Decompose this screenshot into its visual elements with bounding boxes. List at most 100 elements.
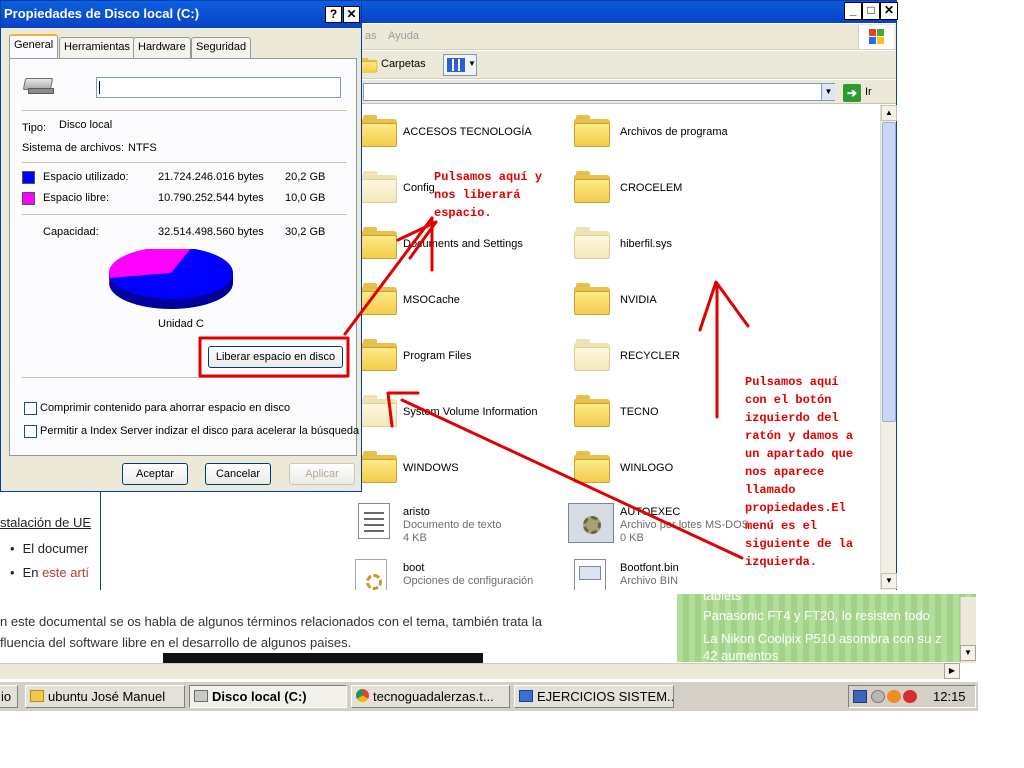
windows-logo-icon bbox=[858, 25, 894, 49]
folder-icon bbox=[30, 690, 44, 702]
item-name: Program Files bbox=[403, 350, 472, 362]
free-space-swatch bbox=[22, 192, 35, 205]
index-checkbox[interactable] bbox=[24, 425, 37, 438]
separator bbox=[22, 162, 347, 163]
text-cursor bbox=[99, 81, 100, 94]
disk-usage-pie-chart bbox=[108, 249, 233, 309]
update-icon[interactable] bbox=[887, 690, 901, 703]
folder-icon bbox=[361, 115, 397, 147]
ok-button[interactable]: Aceptar bbox=[122, 463, 188, 485]
sidebar-line[interactable]: tablets bbox=[703, 594, 741, 603]
item-name: TECNO bbox=[620, 406, 659, 418]
folder-icon bbox=[574, 339, 610, 371]
filesystem-label: Sistema de archivos: bbox=[22, 142, 125, 154]
views-grid-icon bbox=[447, 58, 465, 72]
item-name: Documents and Settings bbox=[403, 238, 523, 250]
compress-checkbox[interactable] bbox=[24, 402, 37, 415]
taskbar-item[interactable]: tecnoguadalerzas.t... bbox=[351, 685, 510, 708]
drive-label-input[interactable] bbox=[96, 77, 341, 98]
item-type: Opciones de configuración bbox=[403, 575, 534, 587]
tab-seguridad[interactable]: Seguridad bbox=[191, 37, 252, 58]
taskbar-item-label: io bbox=[1, 689, 12, 704]
webpage-black-bar bbox=[163, 653, 483, 663]
taskbar-item[interactable]: ubuntu José Manuel bbox=[25, 685, 185, 708]
taskbar-item-label: EJERCICIOS SISTEM... bbox=[537, 689, 674, 704]
folder-icon bbox=[361, 451, 397, 483]
used-space-gb: 20,2 GB bbox=[285, 171, 326, 183]
item-size: 4 KB bbox=[403, 532, 427, 544]
folder-icon bbox=[574, 171, 610, 203]
scroll-right-arrow-icon[interactable]: ▶ bbox=[944, 663, 960, 679]
scroll-down-arrow-icon[interactable]: ▼ bbox=[881, 573, 897, 589]
webpage-horizontal-scrollbar[interactable]: ▶ bbox=[0, 663, 960, 679]
item-type: Archivo BIN bbox=[620, 575, 679, 587]
used-space-bytes: 21.724.246.016 bytes bbox=[158, 171, 264, 183]
dialog-title: Propiedades de Disco local (C:) bbox=[4, 6, 200, 21]
capacity-bytes: 32.514.498.560 bytes bbox=[158, 226, 264, 238]
tab-herramientas[interactable]: Herramientas bbox=[59, 37, 136, 58]
taskbar-item[interactable]: EJERCICIOS SISTEM... bbox=[514, 685, 674, 708]
apply-button[interactable]: Aplicar bbox=[289, 463, 355, 485]
menu-item-help[interactable]: Ayuda bbox=[388, 30, 419, 42]
general-tab-panel: Tipo: Disco local Sistema de archivos: N… bbox=[9, 58, 359, 456]
folder-icon bbox=[574, 115, 610, 147]
security-icon[interactable] bbox=[871, 690, 885, 703]
folder-icon bbox=[361, 283, 397, 315]
item-name: boot bbox=[403, 562, 425, 574]
views-button[interactable]: ▼ bbox=[443, 54, 477, 76]
separator bbox=[22, 110, 347, 111]
item-name: hiberfil.sys bbox=[620, 238, 672, 250]
webpage-link[interactable]: stalación de UE bbox=[0, 515, 91, 530]
disk-cleanup-button[interactable]: Liberar espacio en disco bbox=[208, 346, 343, 368]
webpage-bullet: El documer bbox=[10, 541, 89, 556]
clock[interactable]: 12:15 bbox=[933, 689, 966, 704]
alert-shield-icon[interactable] bbox=[903, 690, 917, 703]
item-name: Config bbox=[403, 182, 435, 194]
close-button[interactable]: ✕ bbox=[880, 2, 898, 20]
folder-icon bbox=[574, 395, 610, 427]
folder-icon bbox=[361, 171, 397, 203]
free-space-gb: 10,0 GB bbox=[285, 192, 326, 204]
type-value: Disco local bbox=[59, 119, 113, 131]
folder-icon bbox=[574, 283, 610, 315]
maximize-button[interactable]: □ bbox=[862, 2, 880, 20]
folders-button-label: Carpetas bbox=[381, 58, 426, 70]
help-button[interactable]: ? bbox=[325, 6, 342, 23]
dialog-titlebar[interactable]: Propiedades de Disco local (C:) ? ✕ bbox=[1, 1, 361, 28]
go-button[interactable]: ➔ Ir bbox=[843, 84, 883, 102]
network-icon[interactable] bbox=[853, 690, 867, 703]
sidebar-line[interactable]: Panasonic FT4 y FT20, lo resisten todo bbox=[703, 608, 930, 623]
folder-icon bbox=[361, 227, 397, 259]
taskbar-item-active[interactable]: Disco local (C:) bbox=[189, 685, 347, 708]
webpage-bullet-link[interactable]: este artí bbox=[42, 565, 89, 580]
tab-hardware[interactable]: Hardware bbox=[133, 37, 191, 58]
item-name: WINLOGO bbox=[620, 462, 674, 474]
scrollbar-thumb[interactable] bbox=[882, 122, 896, 422]
sidebar-line[interactable]: 42 aumentos bbox=[703, 648, 778, 662]
address-input[interactable]: ▼ bbox=[363, 83, 835, 101]
tab-general[interactable]: General bbox=[9, 34, 59, 59]
scroll-down-arrow-icon[interactable]: ▼ bbox=[960, 645, 976, 661]
taskbar-item[interactable]: io bbox=[0, 685, 18, 708]
address-dropdown-icon[interactable]: ▼ bbox=[821, 84, 835, 100]
close-button[interactable]: ✕ bbox=[343, 6, 360, 23]
item-name: MSOCache bbox=[403, 294, 460, 306]
taskbar-item-label: Disco local (C:) bbox=[212, 689, 307, 704]
properties-dialog: Propiedades de Disco local (C:) ? ✕ Gene… bbox=[0, 0, 362, 492]
filesystem-value: NTFS bbox=[128, 142, 157, 154]
cancel-button[interactable]: Cancelar bbox=[205, 463, 271, 485]
hard-drive-icon bbox=[22, 76, 56, 96]
folders-button[interactable]: Carpetas bbox=[361, 55, 431, 75]
sidebar-line[interactable]: La Nikon Coolpix P510 asombra con su z bbox=[703, 631, 941, 646]
minimize-button[interactable]: _ bbox=[844, 2, 862, 20]
item-name: aristo bbox=[403, 506, 430, 518]
webpage-vertical-scrollbar[interactable]: ▼ bbox=[960, 597, 976, 663]
text-file-icon bbox=[358, 503, 390, 539]
menu-item-partial[interactable]: as bbox=[365, 30, 377, 42]
webpage-bullet: En este artí bbox=[10, 565, 89, 580]
scroll-up-arrow-icon[interactable]: ▲ bbox=[881, 105, 897, 121]
item-name: System Volume Information bbox=[403, 406, 538, 418]
explorer-vertical-scrollbar[interactable]: ▲ ▼ bbox=[880, 105, 897, 590]
batch-file-icon bbox=[568, 503, 614, 543]
item-name: AUTOEXEC bbox=[620, 506, 681, 518]
